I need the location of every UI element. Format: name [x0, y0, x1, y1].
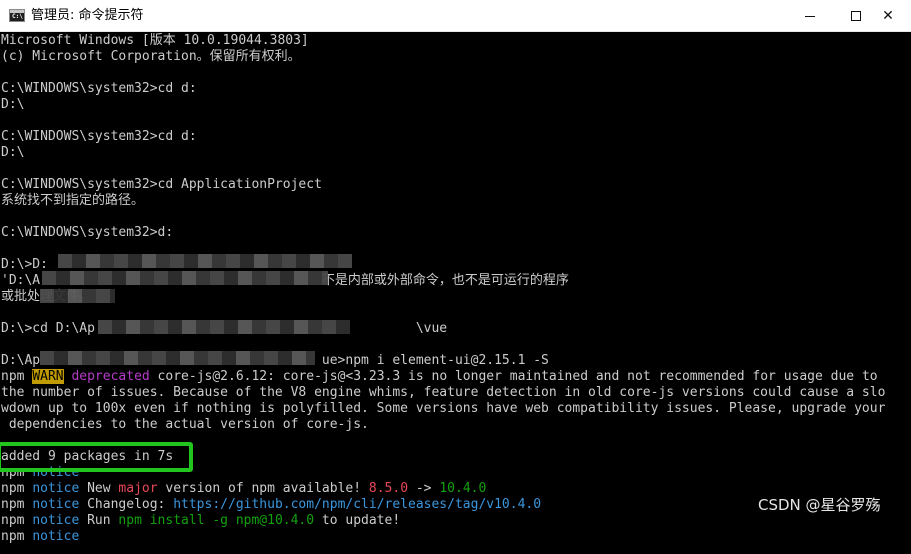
- console-text: Run: [79, 513, 119, 528]
- console-text: Microsoft Windows [版本 10.0.19044.3803]: [1, 33, 309, 48]
- console-text: 不是内部或外部命令，也不是可运行的程序: [321, 273, 569, 288]
- console-line: npm WARN deprecated core-js@2.6.12: core…: [1, 369, 878, 385]
- console-text: the number of issues. Because of the V8 …: [1, 385, 886, 400]
- console-text: \vue: [415, 321, 448, 336]
- console-text: ->: [408, 481, 440, 496]
- console-text: 系统找不到指定的路径。: [1, 193, 145, 208]
- console-text: D:\: [1, 145, 25, 160]
- console-line: 系统找不到指定的路径。: [1, 193, 144, 209]
- cmd-app-icon[interactable]: C:\: [9, 9, 25, 22]
- console-line: the number of issues. Because of the V8 …: [1, 385, 885, 401]
- redacted-path: [40, 351, 315, 365]
- minimize-button[interactable]: [787, 0, 833, 32]
- redacted-path: [58, 254, 352, 268]
- console-line: wdown up to 100x even if nothing is poly…: [1, 401, 885, 417]
- console-text: notice: [32, 513, 80, 528]
- console-text: D:\: [1, 97, 25, 112]
- console-line: C:\WINDOWS\system32>cd d:: [1, 129, 197, 145]
- console-text: ue>npm i element-ui@2.15.1 -S: [321, 353, 549, 368]
- console-output[interactable]: npm notice npm notice Run npm install -g …: [0, 33, 911, 554]
- redacted-path: [40, 289, 115, 303]
- console-text: npm install -g npm@10.4.0: [118, 513, 315, 528]
- console-line: D:\: [1, 145, 24, 161]
- console-line: npm notice New major version of npm avai…: [1, 481, 486, 497]
- console-text: C:\WINDOWS\system32>cd d:: [1, 81, 197, 96]
- console-line: (c) Microsoft Corporation。保留所有权利。: [1, 49, 301, 65]
- console-line: C:\WINDOWS\system32>cd d:: [1, 81, 197, 97]
- minimize-icon: [805, 15, 815, 17]
- console-text: https://github.com/npm/cli/releases/tag/…: [173, 497, 542, 512]
- console-text: (c) Microsoft Corporation。保留所有权利。: [1, 49, 301, 64]
- console-text: C:\WINDOWS\system32>cd ApplicationProjec…: [1, 177, 322, 192]
- console-text: notice: [32, 529, 80, 544]
- console-text: npm: [1, 513, 33, 528]
- console-text: version of npm available!: [157, 481, 369, 496]
- console-line: npm notice Changelog: https://github.com…: [1, 497, 541, 513]
- console-text: to update!: [314, 513, 401, 528]
- console-text: New: [79, 481, 119, 496]
- console-text: notice: [32, 481, 80, 496]
- console-text: Changelog:: [79, 497, 174, 512]
- console-text: npm: [1, 529, 33, 544]
- redacted-path: [42, 271, 328, 285]
- console-text: 8.5.0: [368, 481, 409, 496]
- console-text: D:\>D:: [1, 257, 48, 272]
- console-text: WARN: [32, 369, 64, 384]
- console-text: D:\>cd D:\Ap: [1, 321, 95, 336]
- console-text: npm: [1, 481, 33, 496]
- console-text: C:\WINDOWS\system32>d:: [1, 225, 174, 240]
- console-text: core-js@2.6.12: core-js@<3.23.3 is no lo…: [149, 369, 878, 384]
- console-line: dependencies to the actual version of co…: [1, 417, 369, 433]
- console-text: notice: [32, 497, 80, 512]
- title-bar[interactable]: C:\ 管理员: 命令提示符 ✕: [0, 0, 911, 32]
- console-text: D:\Ap: [1, 353, 41, 368]
- console-text: wdown up to 100x even if nothing is poly…: [1, 401, 886, 416]
- console-line: D:\: [1, 97, 24, 113]
- console-text: dependencies to the actual version of co…: [1, 417, 369, 432]
- redacted-path: [98, 320, 350, 334]
- console-line: Microsoft Windows [版本 10.0.19044.3803]: [1, 33, 309, 49]
- highlight-box: [0, 442, 193, 472]
- console-text: 'D:\A: [1, 273, 41, 288]
- console-line: C:\WINDOWS\system32>d:: [1, 225, 173, 241]
- watermark: CSDN @星谷罗殇: [758, 496, 881, 514]
- console-line: npm notice Run npm install -g npm@10.4.0…: [1, 513, 400, 529]
- console-text: deprecated: [71, 369, 150, 384]
- console-text: 10.4.0: [439, 481, 487, 496]
- close-button[interactable]: ✕: [865, 0, 911, 32]
- console-text: npm: [1, 369, 33, 384]
- close-icon: ✕: [882, 8, 894, 24]
- maximize-icon: [851, 11, 861, 21]
- console-line: C:\WINDOWS\system32>cd ApplicationProjec…: [1, 177, 322, 193]
- console-text: C:\WINDOWS\system32>cd d:: [1, 129, 197, 144]
- console-line: D:\>D:: [1, 257, 48, 273]
- console-line: npm notice: [1, 529, 79, 545]
- console-text: major: [118, 481, 158, 496]
- console-text: npm: [1, 497, 33, 512]
- window-title: 管理员: 命令提示符: [31, 8, 144, 23]
